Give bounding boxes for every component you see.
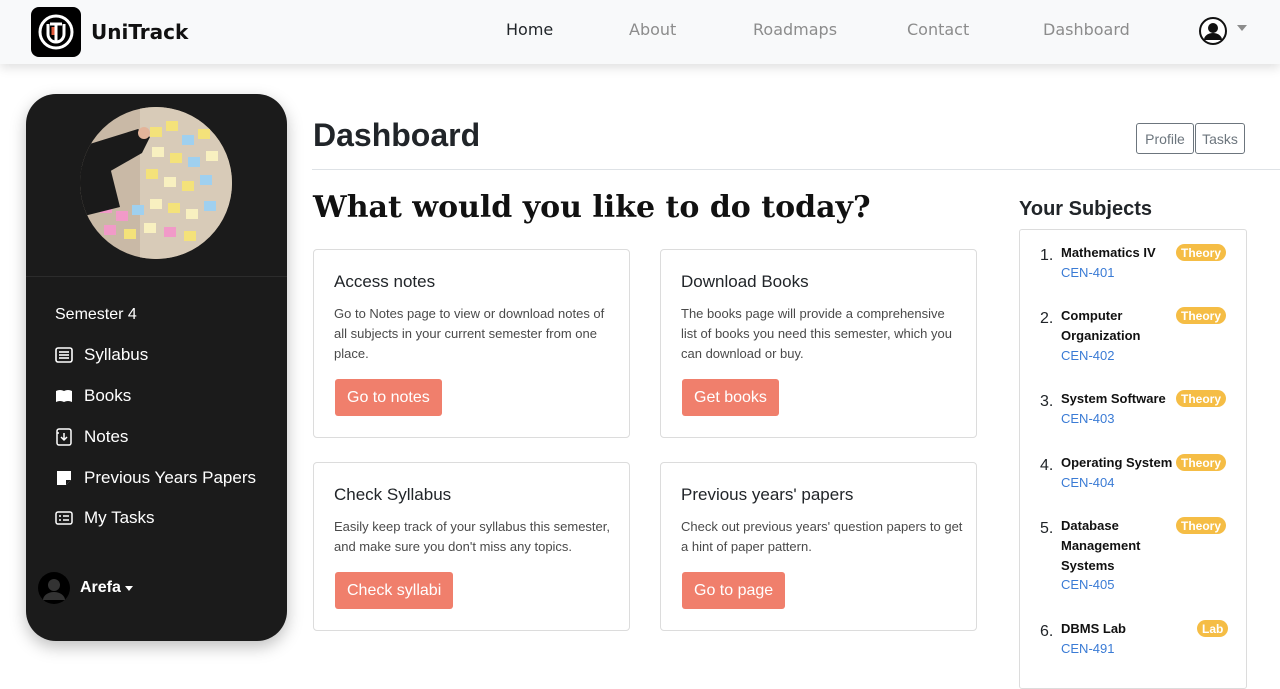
- subjects-list: 1. Mathematics IV CEN-401 Theory 2. Comp…: [1019, 229, 1247, 689]
- sidebar-item-label: My Tasks: [84, 508, 155, 527]
- subject-code[interactable]: CEN-403: [1061, 411, 1114, 426]
- subject-name: Computer Organization: [1061, 308, 1141, 343]
- profile-button[interactable]: Profile: [1136, 123, 1194, 154]
- card-title: Download Books: [681, 272, 809, 291]
- brand[interactable]: UniTrack: [31, 7, 188, 57]
- top-navbar: UniTrack Home About Roadmaps Contact Das…: [0, 0, 1280, 64]
- sidebar-item-notes[interactable]: Notes: [54, 427, 128, 447]
- sidebar-item-previous-years-papers[interactable]: Previous Years Papers: [54, 468, 256, 488]
- card-download-books: Download Books The books page will provi…: [660, 249, 977, 438]
- subject-name: System Software: [1061, 391, 1166, 406]
- subject-code[interactable]: CEN-491: [1061, 641, 1114, 656]
- card-text: The books page will provide a comprehens…: [681, 306, 952, 361]
- subject-badge: Theory: [1176, 454, 1227, 471]
- chevron-down-icon: [1237, 25, 1247, 31]
- subject-name: Database Management Systems: [1061, 518, 1141, 573]
- profile-photo: [80, 107, 232, 259]
- tasks-icon: [54, 509, 74, 527]
- subject-number: 4.: [1040, 457, 1054, 474]
- sidebar-item-label: Previous Years Papers: [84, 468, 256, 487]
- semester-label: Semester 4: [55, 306, 137, 323]
- subject-number: 1.: [1040, 247, 1054, 264]
- unitrack-logo: [31, 7, 81, 57]
- card-previous-years-papers: Previous years' papers Check out previou…: [660, 462, 977, 631]
- subject-number: 6.: [1040, 623, 1054, 640]
- sidebar-user-toggle[interactable]: Arefa: [38, 572, 133, 604]
- nav-about[interactable]: About: [629, 20, 676, 39]
- syllabus-icon: [54, 346, 74, 364]
- subject-name: Mathematics IV: [1061, 245, 1156, 260]
- title-divider: [312, 169, 1280, 170]
- avatar: [38, 572, 70, 604]
- subjects-title: Your Subjects: [1019, 198, 1152, 220]
- subject-name: DBMS Lab: [1061, 621, 1126, 636]
- subject-badge: Theory: [1176, 390, 1227, 407]
- notes-icon: [54, 428, 74, 446]
- sidebar-user-name: Arefa: [80, 579, 121, 596]
- card-title: Access notes: [334, 272, 436, 291]
- subject-code[interactable]: CEN-405: [1061, 577, 1114, 592]
- card-title: Check Syllabus: [334, 485, 452, 504]
- headline: What would you like to do today?: [313, 190, 871, 225]
- nav-contact[interactable]: Contact: [907, 20, 969, 39]
- nav-roadmaps[interactable]: Roadmaps: [753, 20, 837, 39]
- sidebar: Semester 4 Syllabus Books Notes Previous…: [26, 94, 287, 641]
- subject-badge: Theory: [1176, 307, 1227, 324]
- sidebar-divider: [26, 276, 287, 277]
- subject-code[interactable]: CEN-404: [1061, 475, 1114, 490]
- sidebar-item-syllabus[interactable]: Syllabus: [54, 345, 148, 365]
- subject-number: 5.: [1040, 520, 1054, 537]
- book-icon: [54, 387, 74, 405]
- subject-badge: Theory: [1176, 244, 1227, 261]
- card-title: Previous years' papers: [681, 485, 854, 504]
- card-text: Go to Notes page to view or download not…: [334, 306, 605, 361]
- go-to-notes-button[interactable]: Go to notes: [335, 379, 442, 416]
- user-menu-toggle[interactable]: [1199, 17, 1247, 45]
- sidebar-item-books[interactable]: Books: [54, 386, 131, 406]
- check-syllabi-button[interactable]: Check syllabi: [335, 572, 454, 609]
- brand-name: UniTrack: [91, 20, 189, 44]
- card-text: Check out previous years' question paper…: [681, 519, 963, 554]
- go-to-page-button[interactable]: Go to page: [682, 572, 786, 609]
- user-circle-icon: [1199, 17, 1227, 45]
- papers-icon: [54, 469, 74, 487]
- card-access-notes: Access notes Go to Notes page to view or…: [313, 249, 630, 438]
- get-books-button[interactable]: Get books: [682, 379, 779, 416]
- subject-code[interactable]: CEN-402: [1061, 348, 1114, 363]
- card-check-syllabus: Check Syllabus Easily keep track of your…: [313, 462, 630, 631]
- nav-home[interactable]: Home: [506, 20, 553, 39]
- sidebar-item-label: Books: [84, 386, 132, 405]
- chevron-down-icon: [124, 585, 133, 591]
- subject-number: 3.: [1040, 393, 1054, 410]
- subject-number: 2.: [1040, 310, 1054, 327]
- sidebar-item-label: Syllabus: [84, 345, 149, 364]
- tasks-button[interactable]: Tasks: [1195, 123, 1245, 154]
- sidebar-item-label: Notes: [84, 427, 129, 446]
- card-text: Easily keep track of your syllabus this …: [334, 519, 611, 554]
- sidebar-item-my-tasks[interactable]: My Tasks: [54, 508, 155, 528]
- subject-code[interactable]: CEN-401: [1061, 265, 1114, 280]
- subject-badge: Theory: [1176, 517, 1227, 534]
- subject-badge: Lab: [1197, 620, 1229, 637]
- nav-dashboard[interactable]: Dashboard: [1043, 20, 1130, 39]
- page-title: Dashboard: [313, 117, 481, 153]
- subject-name: Operating System: [1061, 455, 1173, 470]
